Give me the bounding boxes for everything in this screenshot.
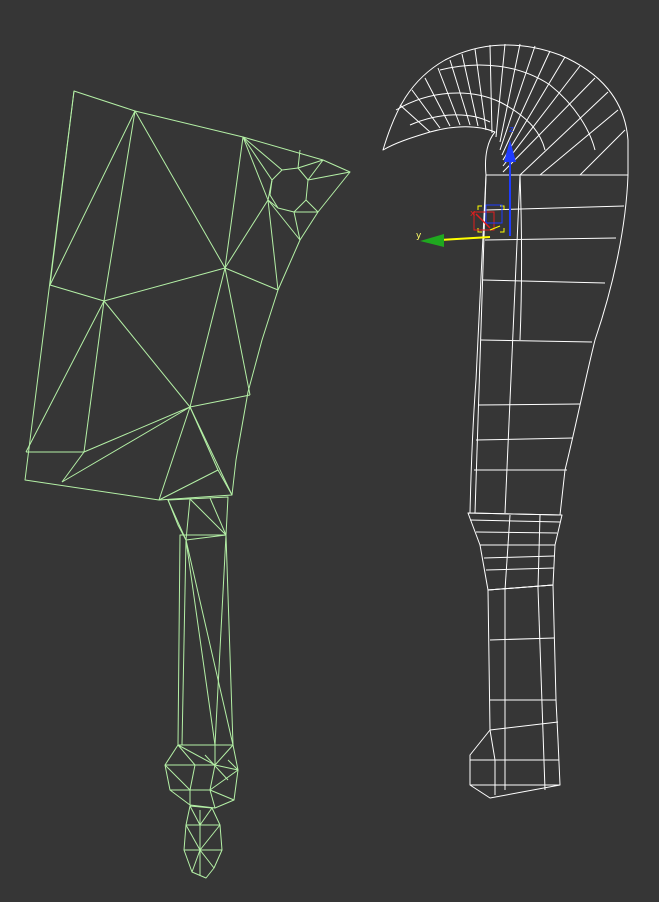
transform-gizmo[interactable]: z y x xyxy=(416,125,516,247)
x-axis-label: x xyxy=(470,209,476,219)
sickle-blade-wireframe xyxy=(474,174,625,514)
x-axis-line[interactable] xyxy=(475,213,491,229)
sickle-handle-wireframe xyxy=(470,587,560,795)
y-axis-label: y xyxy=(416,231,422,241)
cleaver-blade-wireframe xyxy=(25,90,301,501)
sickle-guard-wireframe xyxy=(469,514,561,591)
3d-viewport[interactable]: z y x xyxy=(0,0,659,902)
z-axis-label: z xyxy=(509,125,514,135)
sickle-guard[interactable] xyxy=(467,512,563,591)
y-axis-arrow[interactable] xyxy=(420,234,444,247)
cleaver-handle-shaft[interactable] xyxy=(164,534,239,809)
viewport-canvas[interactable]: z y x xyxy=(0,0,659,902)
cleaver-model[interactable] xyxy=(24,90,351,879)
cleaver-hanging-hole xyxy=(269,167,309,213)
cleaver-blade[interactable] xyxy=(24,90,351,501)
sickle-handle[interactable] xyxy=(469,584,561,799)
cleaver-collar-wireframe xyxy=(167,497,227,541)
cleaver-pommel[interactable] xyxy=(183,805,223,879)
